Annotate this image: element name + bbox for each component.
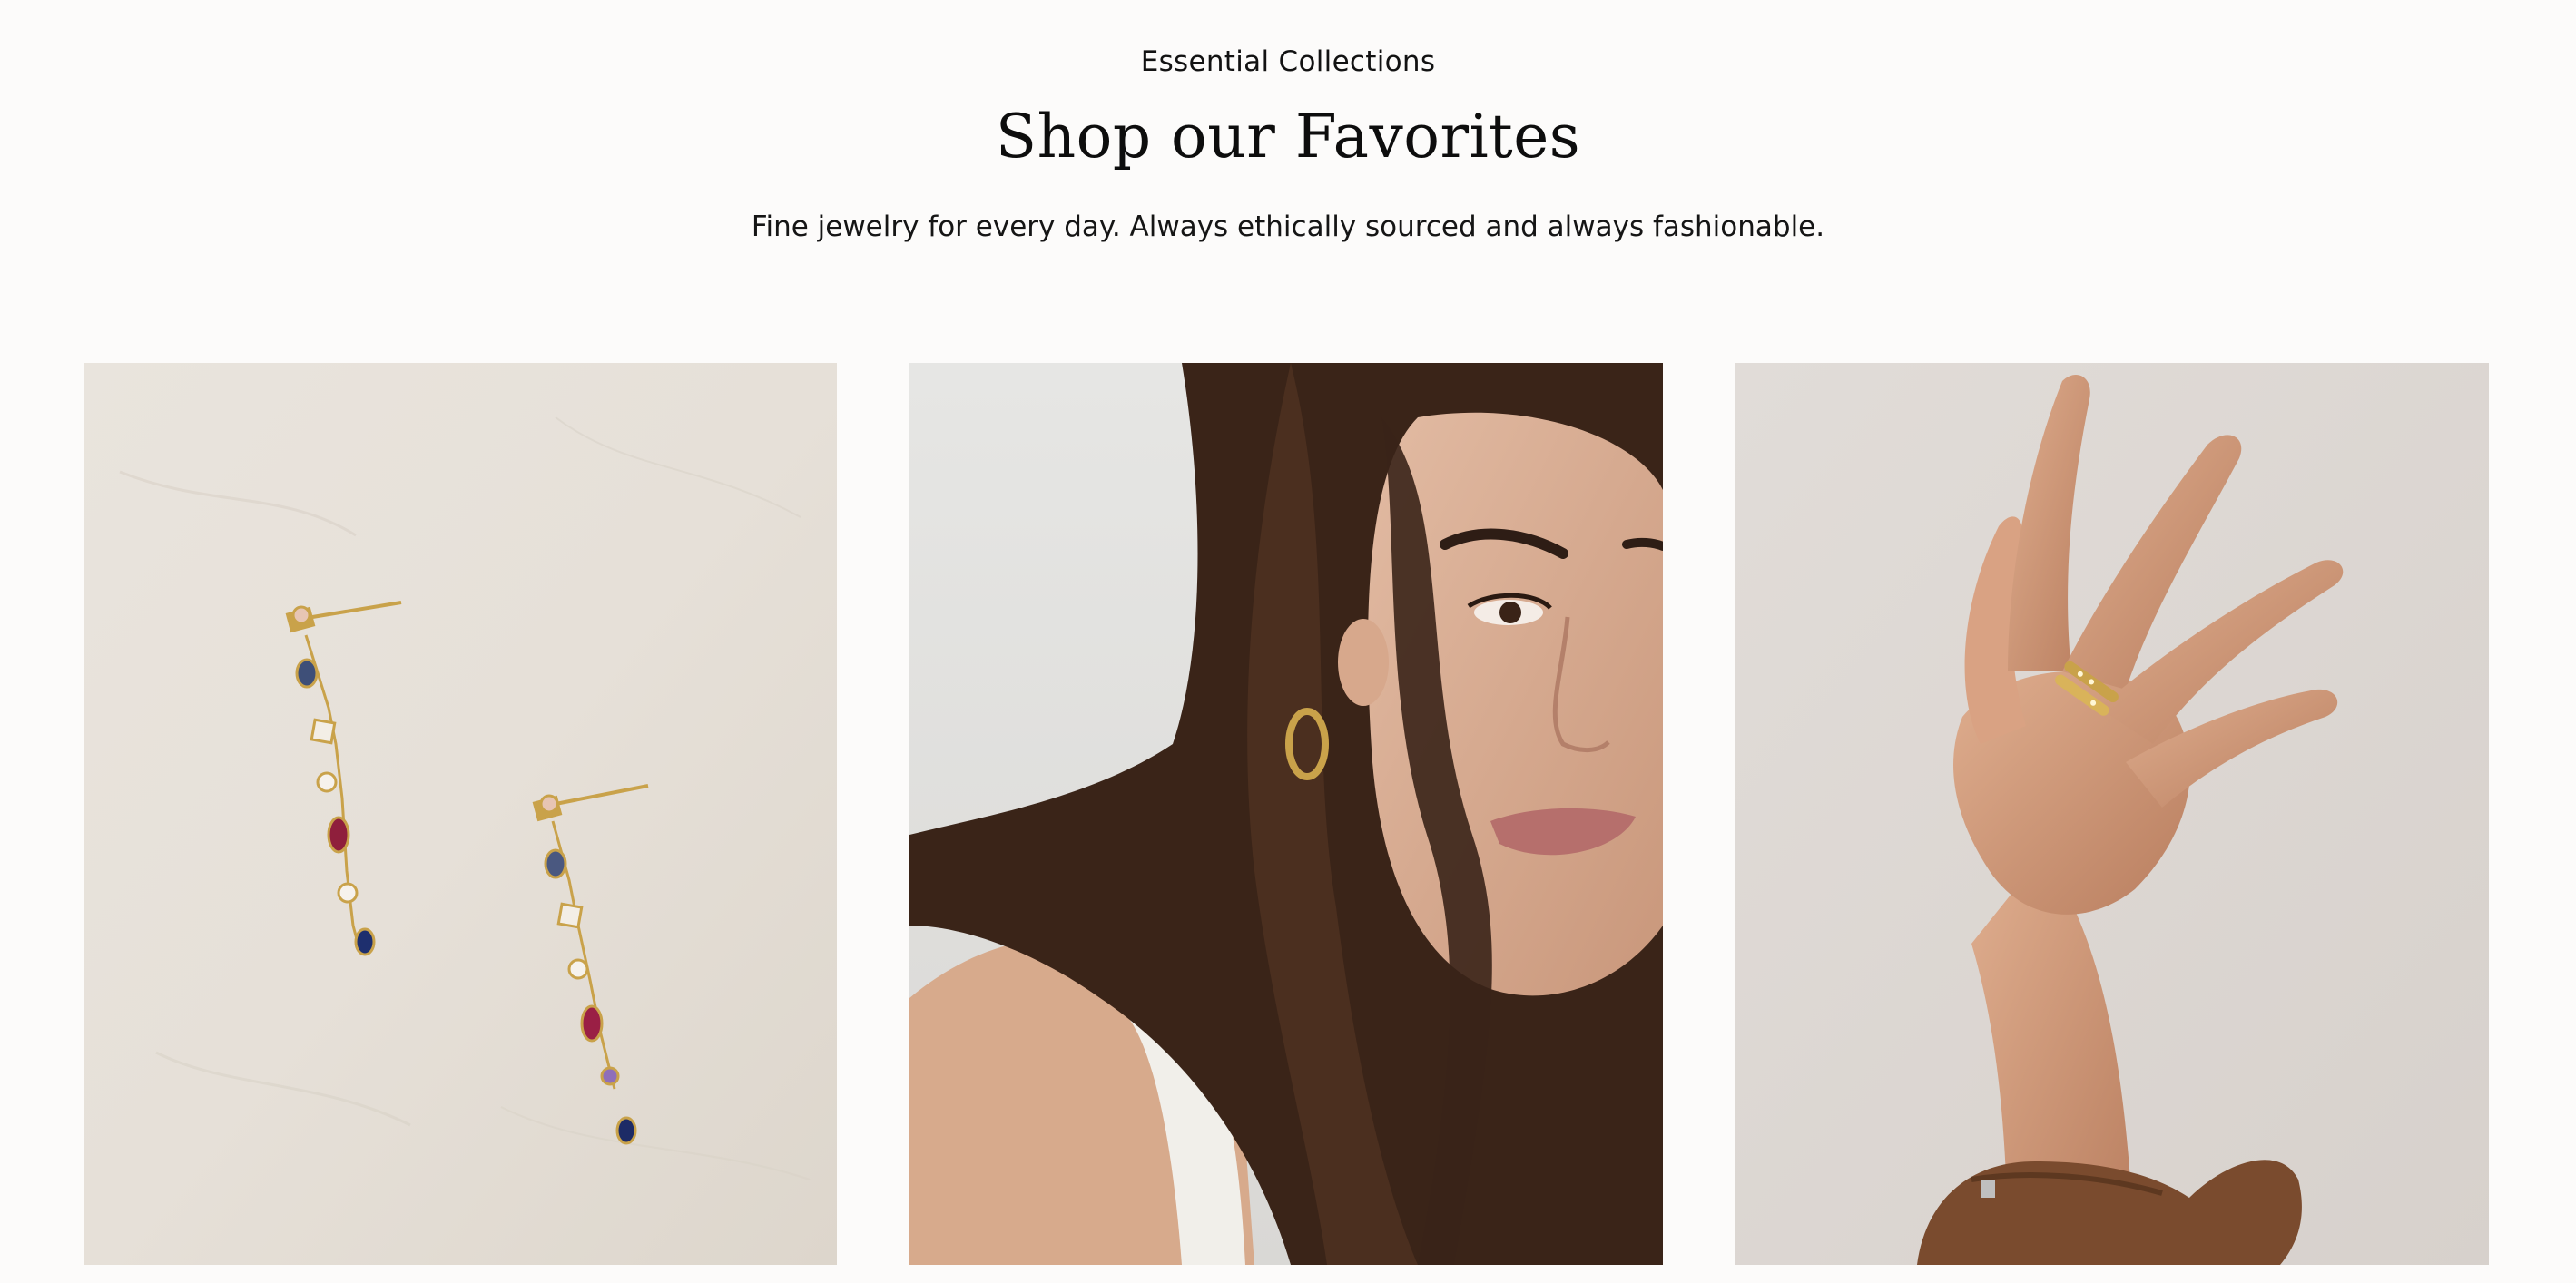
drop-earrings-image [84,363,837,1265]
hand-ring-tile[interactable] [1735,363,2489,1265]
model-portrait-tile[interactable] [909,363,1663,1265]
hand-gold-ring-image [1735,363,2489,1265]
product-image-grid [84,363,2489,1265]
woman-hoop-earring-image [909,363,1663,1265]
section-title: Shop our Favorites [995,102,1581,171]
eyebrow-label: Essential Collections [1140,45,1436,78]
earrings-tile[interactable] [84,363,837,1265]
section-subtitle: Fine jewelry for every day. Always ethic… [751,211,1825,243]
